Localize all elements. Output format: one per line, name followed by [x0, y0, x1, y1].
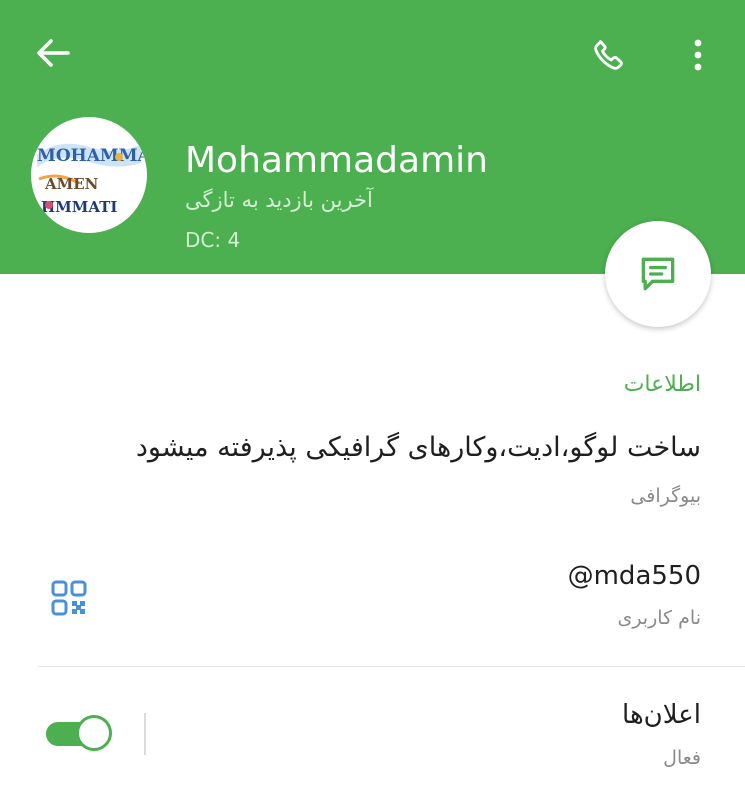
toggle-thumb — [76, 715, 112, 751]
notifications-status: فعال — [663, 747, 701, 769]
notifications-label[interactable]: اعلان‌ها — [622, 700, 701, 730]
send-message-button[interactable] — [605, 221, 711, 327]
profile-name: Mohammadamin — [185, 140, 488, 181]
divider — [38, 666, 745, 667]
qr-code-button[interactable] — [48, 578, 90, 618]
arrow-left-icon — [37, 39, 70, 67]
svg-text:AMEN: AMEN — [44, 175, 99, 193]
back-button[interactable] — [28, 30, 78, 76]
avatar[interactable]: MOHAMMAD AMEN HMMATI — [31, 117, 147, 233]
last-seen-status: آخرین بازدید به تازگی — [185, 188, 373, 212]
more-vertical-icon — [694, 39, 702, 71]
more-options-button[interactable] — [680, 32, 716, 78]
qr-code-icon — [51, 580, 87, 616]
info-section-title: اطلاعات — [623, 372, 701, 397]
data-center-label: DC: 4 — [185, 228, 241, 252]
vertical-separator — [144, 713, 146, 755]
bio-label: بیوگرافی — [630, 485, 701, 507]
username-value[interactable]: @mda550 — [568, 561, 701, 591]
bio-text: ساخت لوگو،ادیت،وکارهای گرافیکی پذیرفته م… — [135, 432, 701, 463]
notifications-toggle[interactable] — [44, 714, 112, 754]
svg-text:MOHAMMAD: MOHAMMAD — [37, 146, 147, 166]
username-label: نام کاربری — [617, 607, 701, 629]
message-icon — [641, 257, 675, 291]
phone-icon — [594, 40, 623, 70]
avatar-logo: MOHAMMAD AMEN HMMATI — [37, 143, 147, 216]
call-button[interactable] — [584, 30, 634, 80]
